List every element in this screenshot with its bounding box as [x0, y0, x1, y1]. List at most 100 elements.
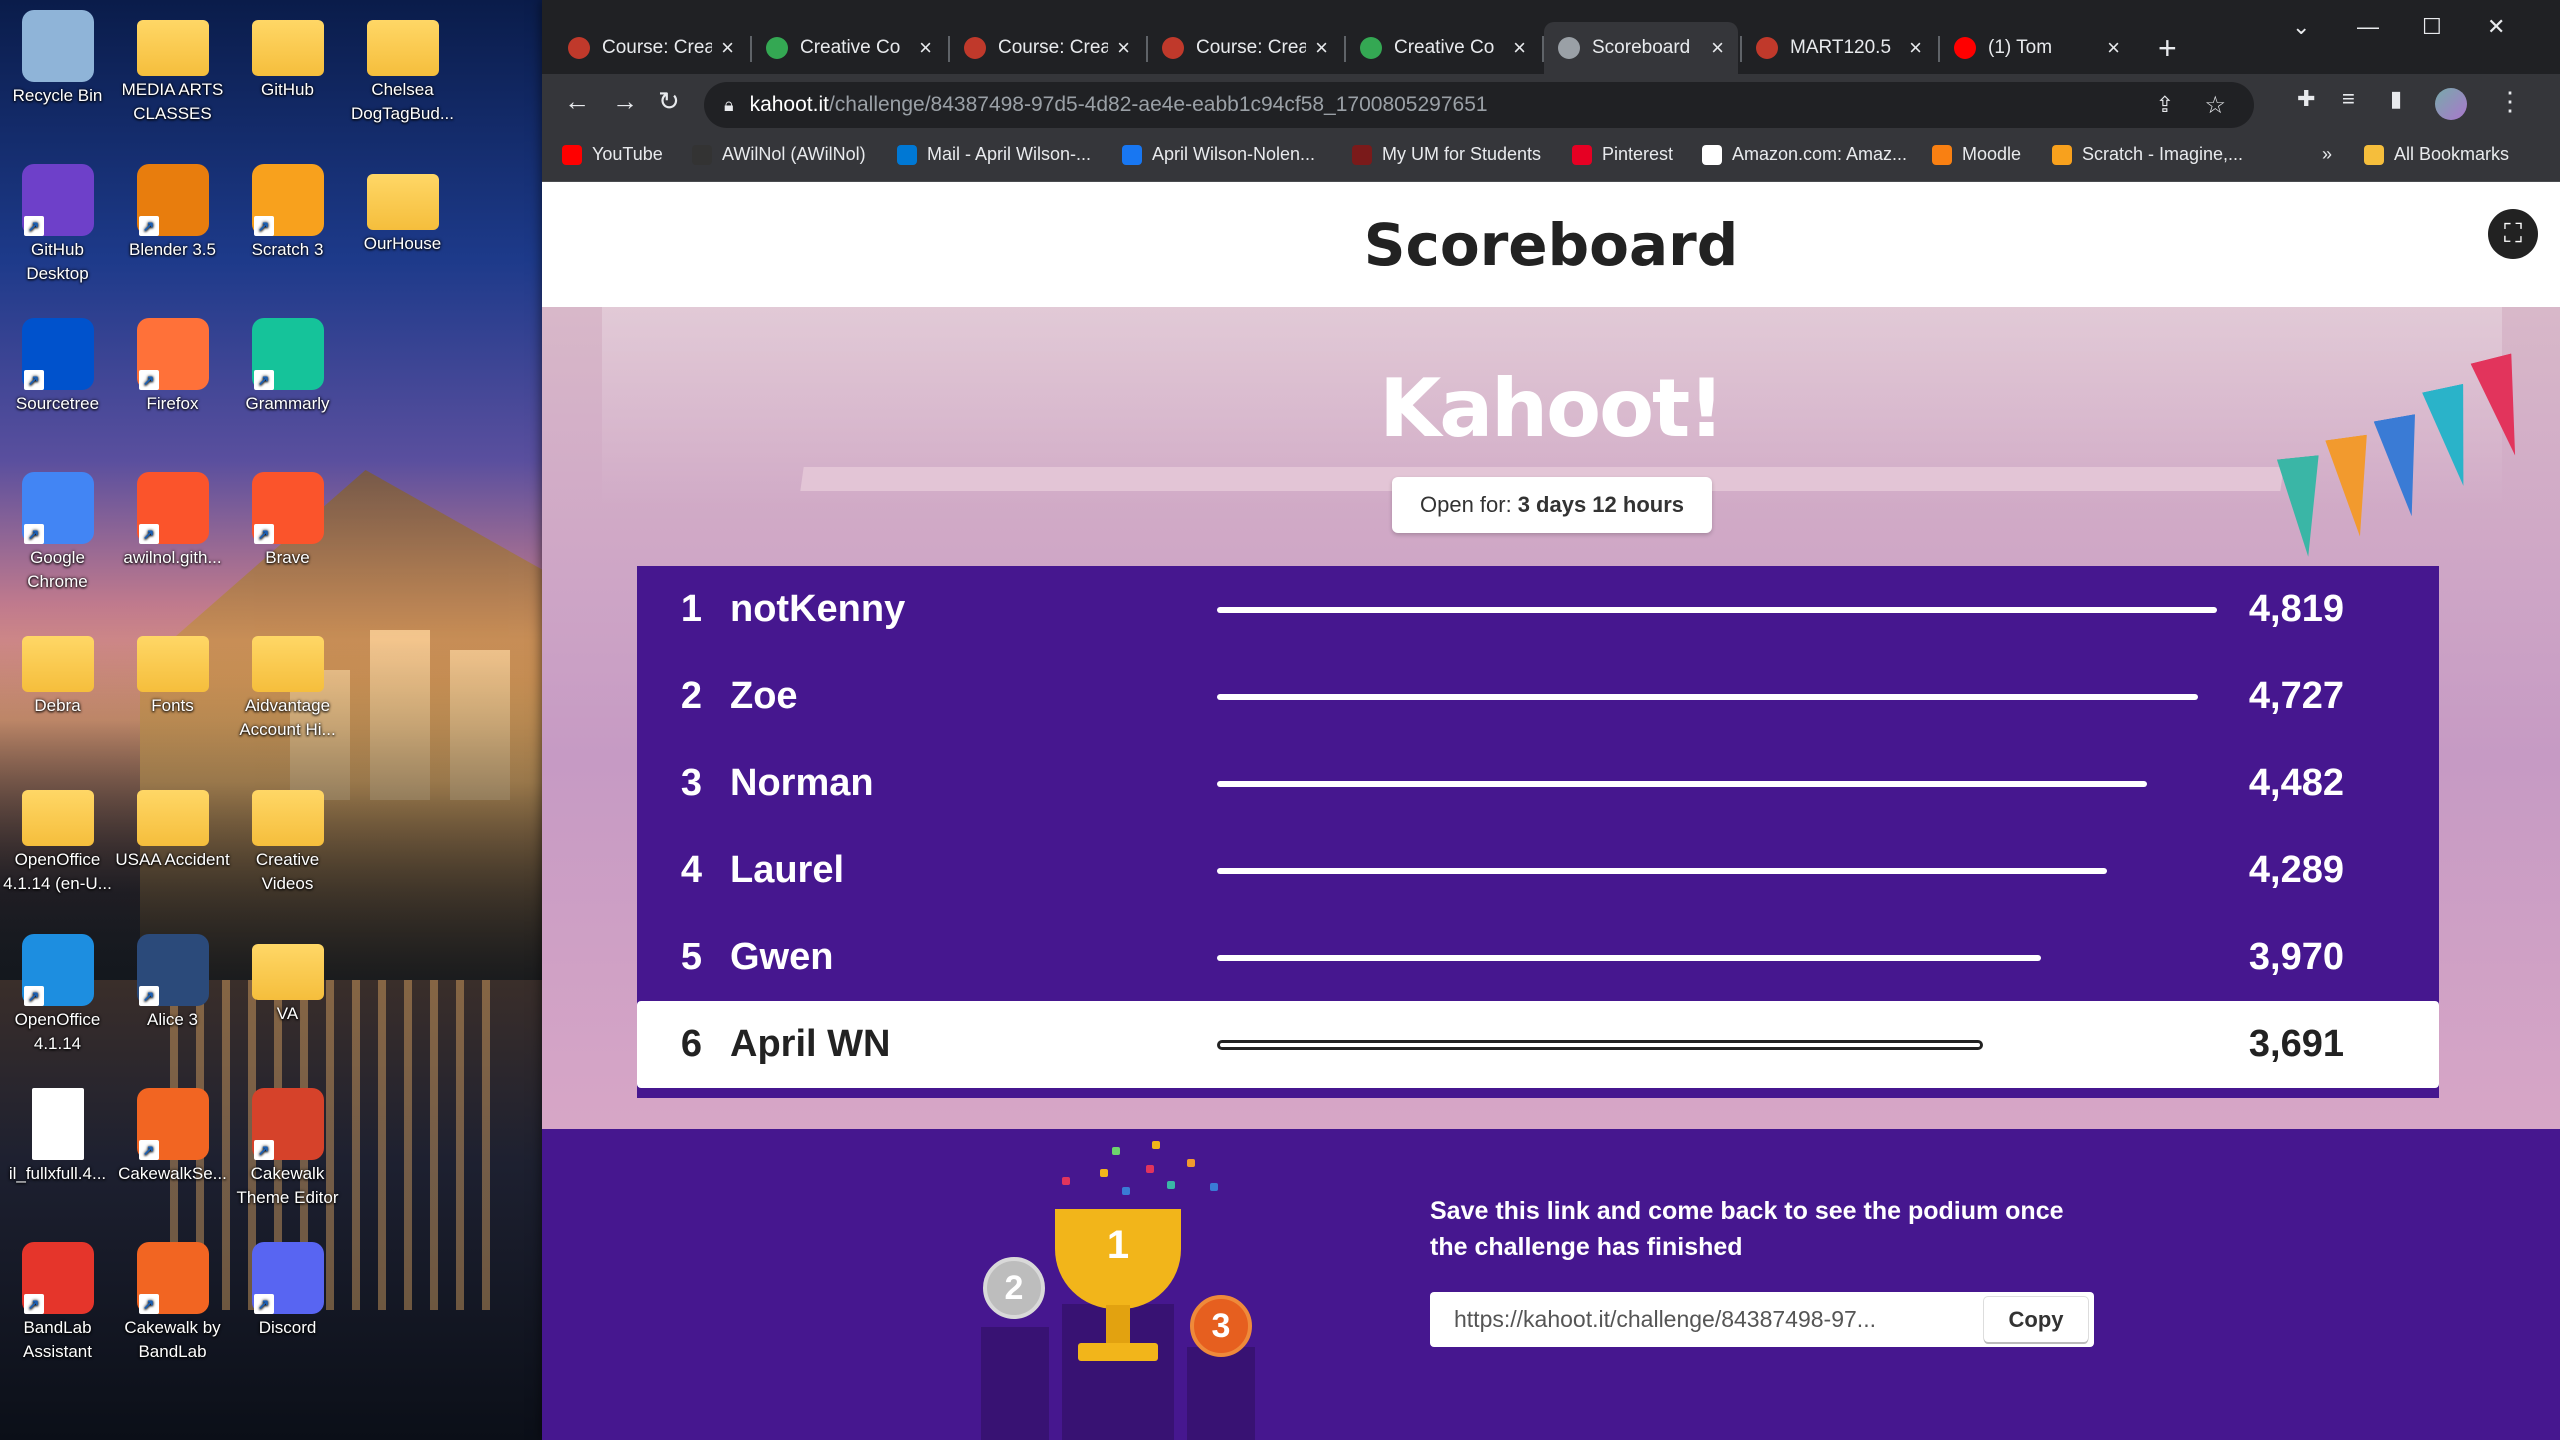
browser-tab[interactable]: Creative Co ×: [1346, 22, 1540, 74]
desktop-icon[interactable]: Fonts: [115, 626, 230, 718]
reload-icon[interactable]: ↻: [658, 86, 680, 117]
side-panel-icon[interactable]: ▮: [2390, 86, 2402, 112]
bookmark-item[interactable]: Moodle: [1932, 144, 2021, 165]
more-bookmarks-button[interactable]: »: [2322, 144, 2332, 165]
desktop-icon[interactable]: ↗ Cakewalk by BandLab: [115, 1242, 230, 1364]
desktop-icon[interactable]: VA: [230, 934, 345, 1026]
tab-close-icon[interactable]: ×: [721, 35, 734, 61]
browser-tab[interactable]: (1) Tom ×: [1940, 22, 2134, 74]
desktop-icon[interactable]: Creative Videos: [230, 780, 345, 896]
player-score: 4,727: [2248, 675, 2344, 717]
player-name: April WN: [730, 1023, 891, 1065]
all-bookmarks-button[interactable]: All Bookmarks: [2364, 144, 2509, 165]
bookmark-item[interactable]: Mail - April Wilson-...: [897, 144, 1091, 165]
browser-tab[interactable]: Course: Crea ×: [950, 22, 1144, 74]
profile-avatar[interactable]: [2435, 88, 2467, 120]
discord-icon: ↗: [251, 1242, 324, 1314]
desktop-icon[interactable]: ↗ Google Chrome: [0, 472, 115, 594]
bookmark-star-icon[interactable]: ☆: [2204, 91, 2226, 120]
folder-icon: [251, 636, 324, 692]
scratch-icon: ↗: [251, 164, 324, 236]
leaderboard: 1 notKenny 4,819 2 Zoe 4,727 3 Norman 4,482 4 Laur…: [637, 566, 2439, 1098]
moodle-icon: [964, 37, 986, 59]
desktop-icon-label: Fonts: [151, 696, 194, 715]
folder-icon: [251, 790, 324, 846]
tab-close-icon[interactable]: ×: [1117, 35, 1130, 61]
desktop-icon[interactable]: ↗ Scratch 3: [230, 164, 345, 262]
desktop-icon[interactable]: Aidvantage Account Hi...: [230, 626, 345, 742]
tab-search-icon[interactable]: ⌄: [2292, 14, 2310, 40]
back-icon[interactable]: ←: [564, 86, 590, 117]
desktop-icon[interactable]: Recycle Bin: [0, 10, 115, 108]
bookmark-item[interactable]: Amazon.com: Amaz...: [1702, 144, 1907, 165]
desktop-icon[interactable]: OurHouse: [345, 164, 460, 256]
desktop-icon[interactable]: Debra: [0, 626, 115, 718]
address-bar[interactable]: 🔒︎ kahoot.it/challenge/84387498-97d5-4d8…: [704, 82, 2254, 128]
minimize-icon[interactable]: —: [2357, 14, 2379, 40]
browser-tab[interactable]: Scoreboard ×: [1544, 22, 1738, 74]
desktop-icon[interactable]: ↗ Alice 3: [115, 934, 230, 1032]
menu-icon[interactable]: ⋮: [2497, 86, 2523, 117]
shortcut-arrow-icon: ↗: [23, 370, 44, 390]
tab-title: Course: Crea: [602, 37, 712, 58]
tab-close-icon[interactable]: ×: [2107, 35, 2120, 61]
desktop-icon[interactable]: il_fullxfull.4...: [0, 1088, 115, 1186]
browser-tab[interactable]: Course: Crea ×: [1148, 22, 1342, 74]
close-window-icon[interactable]: ✕: [2487, 14, 2505, 40]
desktop-icon[interactable]: ↗ Discord: [230, 1242, 345, 1340]
extensions-icon[interactable]: ✚: [2297, 86, 2315, 112]
desktop-icon[interactable]: ↗ Cakewalk Theme Editor: [230, 1088, 345, 1210]
desktop-icon[interactable]: ↗ Brave: [230, 472, 345, 570]
desktop-icon[interactable]: ↗ Grammarly: [230, 318, 345, 416]
desktop-icon[interactable]: ↗ OpenOffice 4.1.14: [0, 934, 115, 1056]
desktop-icon-label: Cakewalk by BandLab: [124, 1318, 221, 1361]
bronze-medal-icon: 3: [1190, 1295, 1252, 1357]
folder-icon: [251, 20, 324, 76]
bookmark-item[interactable]: YouTube: [562, 144, 663, 165]
desktop-icon[interactable]: USAA Accident: [115, 780, 230, 872]
youtube-icon: [1954, 37, 1976, 59]
reading-list-icon[interactable]: ≡: [2342, 86, 2355, 112]
maximize-icon[interactable]: ☐: [2422, 14, 2442, 40]
scratch-icon: [2052, 144, 2072, 165]
score-bar: [1217, 781, 2147, 787]
browser-tab[interactable]: Creative Co ×: [752, 22, 946, 74]
forward-icon[interactable]: →: [612, 86, 638, 117]
bookmark-item[interactable]: Scratch - Imagine,...: [2052, 144, 2243, 165]
brave-icon: ↗: [136, 472, 209, 544]
cakewalk-icon: ↗: [136, 1088, 209, 1160]
copy-button[interactable]: Copy: [1984, 1297, 2088, 1342]
desktop-icon[interactable]: ↗ Sourcetree: [0, 318, 115, 416]
tab-close-icon[interactable]: ×: [1711, 35, 1724, 61]
desktop-icon[interactable]: OpenOffice 4.1.14 (en-U...: [0, 780, 115, 896]
new-tab-button[interactable]: +: [2144, 22, 2191, 74]
desktop-icon[interactable]: ↗ GitHub Desktop: [0, 164, 115, 286]
share-icon[interactable]: ⇪: [2156, 92, 2174, 118]
desktop-icon[interactable]: ↗ awilnol.gith...: [115, 472, 230, 570]
desktop-icon[interactable]: GitHub: [230, 10, 345, 102]
tab-close-icon[interactable]: ×: [919, 35, 932, 61]
desktop-icon[interactable]: Chelsea DogTagBud...: [345, 10, 460, 126]
browser-tab[interactable]: MART120.5 ×: [1742, 22, 1936, 74]
desktop-icon[interactable]: ↗ Firefox: [115, 318, 230, 416]
shortcut-arrow-icon: ↗: [138, 370, 159, 390]
bookmark-item[interactable]: My UM for Students: [1352, 144, 1541, 165]
globe-icon: [1558, 37, 1580, 59]
tab-close-icon[interactable]: ×: [1909, 35, 1922, 61]
bookmark-label: AWilNol (AWilNol): [722, 144, 866, 164]
desktop-icon-label: Sourcetree: [15, 394, 100, 413]
desktop-icon[interactable]: ↗ CakewalkSe...: [115, 1088, 230, 1186]
desktop-icon-label: VA: [276, 1004, 299, 1023]
bookmark-item[interactable]: April Wilson-Nolen...: [1122, 144, 1315, 165]
bookmark-item[interactable]: Pinterest: [1572, 144, 1673, 165]
desktop-icon[interactable]: MEDIA ARTS CLASSES: [115, 10, 230, 126]
fullscreen-button[interactable]: ⛶: [2488, 209, 2538, 259]
player-name: Zoe: [730, 675, 798, 717]
desktop-icon[interactable]: ↗ Blender 3.5: [115, 164, 230, 262]
browser-tab[interactable]: Course: Crea ×: [554, 22, 748, 74]
tab-close-icon[interactable]: ×: [1513, 35, 1526, 61]
share-link-input[interactable]: [1454, 1306, 1984, 1333]
desktop-icon[interactable]: ↗ BandLab Assistant: [0, 1242, 115, 1364]
bookmark-item[interactable]: AWilNol (AWilNol): [692, 144, 866, 165]
tab-close-icon[interactable]: ×: [1315, 35, 1328, 61]
